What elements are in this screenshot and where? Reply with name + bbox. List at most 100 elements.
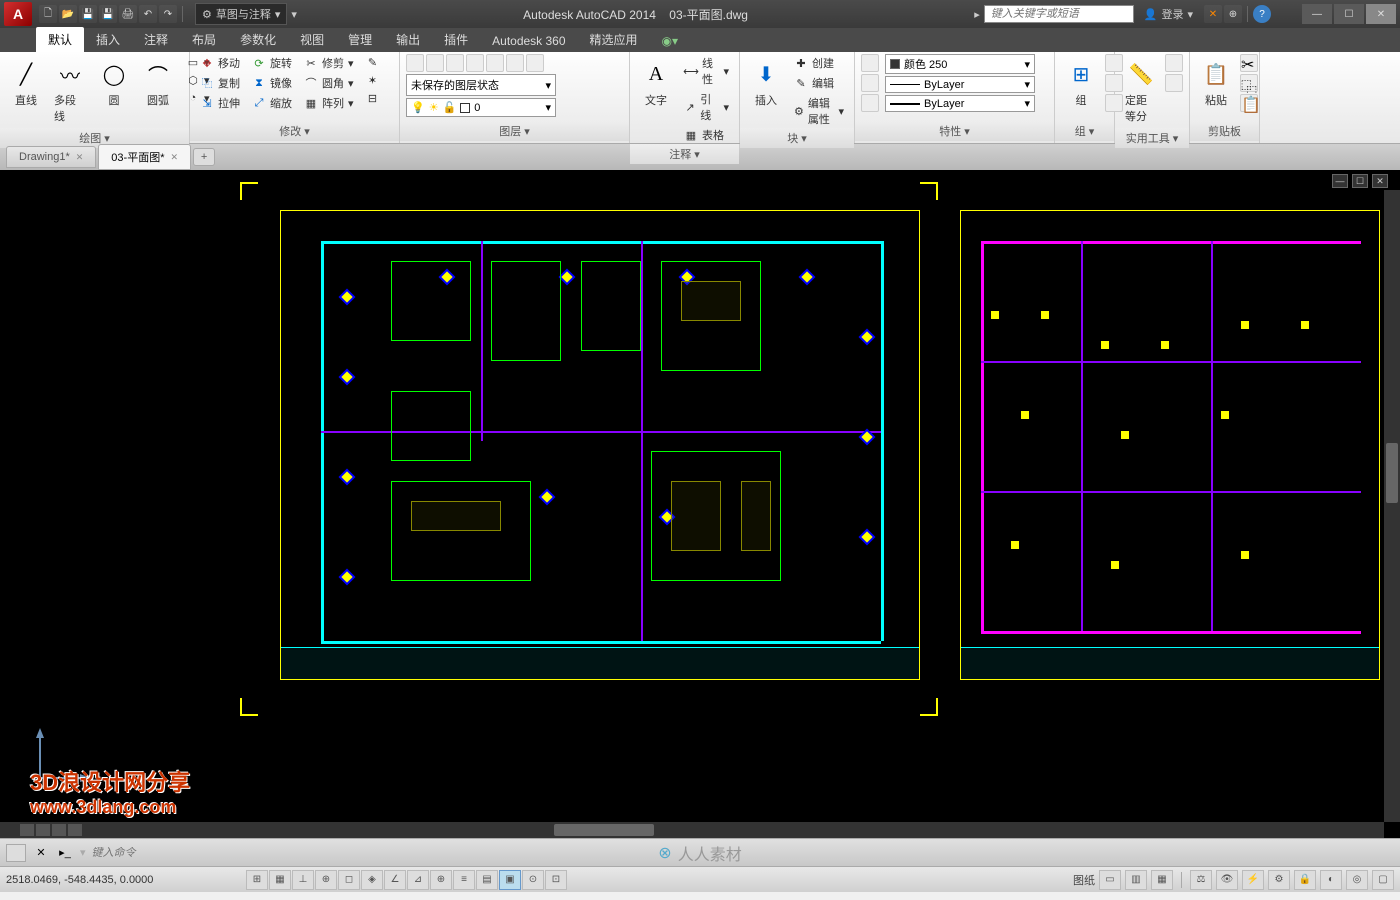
layer-lock-button[interactable] [466, 54, 484, 72]
copy-clip-button[interactable]: ⿻ [1240, 74, 1258, 92]
measure-button[interactable]: 📏定距等分 [1121, 54, 1161, 128]
scale-button[interactable]: ⤢缩放 [248, 94, 296, 112]
layer-state-dropdown[interactable]: 未保存的图层状态▾ [406, 74, 556, 96]
layer-freeze-button[interactable] [446, 54, 464, 72]
transparency-toggle[interactable]: ▤ [476, 870, 498, 890]
layer-props-button[interactable] [406, 54, 424, 72]
layer-isolate-button[interactable] [486, 54, 504, 72]
cut-button[interactable]: ✂ [1240, 54, 1258, 72]
paste-button[interactable]: 📋粘贴 [1196, 54, 1236, 112]
rotate-button[interactable]: ⟳旋转 [248, 54, 296, 72]
match-props-button[interactable] [861, 54, 879, 72]
group-button[interactable]: ⊞组 [1061, 54, 1101, 112]
hardware-accel-button[interactable]: ◐ [1320, 870, 1342, 890]
ortho-toggle[interactable]: ⊥ [292, 870, 314, 890]
fillet-button[interactable]: ⌒圆角▾ [300, 74, 358, 92]
tab-bullet[interactable]: ◉▾ [650, 30, 691, 52]
vp-close-button[interactable]: ✕ [1372, 174, 1388, 188]
dyn-toggle[interactable]: ⊕ [430, 870, 452, 890]
panel-label[interactable]: 块 ▾ [740, 128, 854, 148]
otrack-toggle[interactable]: ∠ [384, 870, 406, 890]
layer-match-button[interactable] [506, 54, 524, 72]
open-icon[interactable]: 📂 [59, 5, 77, 23]
stay-connected-icon[interactable]: ⊕ [1224, 5, 1242, 23]
tab-annotate[interactable]: 注释 [132, 27, 180, 52]
login-area[interactable]: 👤 登录 ▾ [1144, 6, 1193, 22]
layer-current-dropdown[interactable]: 💡 ☀ 🔓 0 ▾ [406, 98, 556, 117]
tab-a360[interactable]: Autodesk 360 [480, 30, 577, 52]
sc-toggle[interactable]: ⊙ [522, 870, 544, 890]
doc-tab[interactable]: 03-平面图*✕ [98, 144, 191, 170]
undo-icon[interactable]: ↶ [139, 5, 157, 23]
panel-label[interactable]: 修改 ▾ [190, 121, 399, 141]
create-block-button[interactable]: ✚创建 [790, 54, 848, 72]
tab-plugins[interactable]: 插件 [432, 27, 480, 52]
vp-maximize-button[interactable]: ☐ [1352, 174, 1368, 188]
vertical-scrollbar[interactable] [1384, 190, 1400, 822]
offset-button[interactable]: ⊟ [362, 90, 384, 106]
snap-toggle[interactable]: ⊞ [246, 870, 268, 890]
app-logo[interactable]: A [4, 2, 32, 26]
panel-label[interactable]: 图层 ▾ [400, 121, 629, 141]
text-button[interactable]: A文字 [636, 54, 676, 112]
layer-prev-button[interactable] [526, 54, 544, 72]
osnap-toggle[interactable]: ◻ [338, 870, 360, 890]
lineweight-dropdown[interactable]: ByLayer▾ [885, 95, 1035, 112]
prop-tool2-button[interactable] [861, 74, 879, 92]
close-button[interactable]: ✕ [1366, 4, 1396, 24]
tab-output[interactable]: 输出 [384, 27, 432, 52]
ducs-toggle[interactable]: ⊿ [407, 870, 429, 890]
saveas-icon[interactable]: 💾 [99, 5, 117, 23]
erase-button[interactable]: ✎ [362, 54, 384, 70]
tab-layout[interactable]: 布局 [180, 27, 228, 52]
tab-parametric[interactable]: 参数化 [228, 27, 288, 52]
minimize-button[interactable]: — [1302, 4, 1332, 24]
edit-block-button[interactable]: ✎编辑 [790, 74, 848, 92]
clean-screen-button[interactable]: ▢ [1372, 870, 1394, 890]
maximize-button[interactable]: ☐ [1334, 4, 1364, 24]
toolbar-lock-button[interactable]: 🔒 [1294, 870, 1316, 890]
workspace-dropdown[interactable]: ⚙ 草图与注释 ▾ [195, 3, 287, 25]
leader-button[interactable]: ↗引线▾ [680, 90, 733, 124]
am-toggle[interactable]: ⊡ [545, 870, 567, 890]
stretch-button[interactable]: ⇲拉伸 [196, 94, 244, 112]
doc-tab[interactable]: Drawing1*✕ [6, 146, 96, 168]
move-button[interactable]: ✥移动 [196, 54, 244, 72]
line-button[interactable]: ╱直线 [6, 54, 46, 112]
tab-featured[interactable]: 精选应用 [578, 27, 650, 52]
panel-label[interactable]: 注释 ▾ [630, 144, 739, 164]
explode-button[interactable]: ✶ [362, 72, 384, 88]
plot-icon[interactable]: 🖨 [119, 5, 137, 23]
horizontal-scrollbar[interactable] [0, 822, 1384, 838]
model-paper-button[interactable]: ▭ [1099, 870, 1121, 890]
qp-toggle[interactable]: ▣ [499, 870, 521, 890]
command-input[interactable] [92, 847, 492, 859]
model-tab-nav[interactable] [68, 824, 82, 836]
new-icon[interactable]: 🗋 [39, 5, 57, 23]
panel-label[interactable]: 组 ▾ [1055, 121, 1114, 141]
lwt-toggle[interactable]: ≡ [453, 870, 475, 890]
redo-icon[interactable]: ↷ [159, 5, 177, 23]
model-tab-nav[interactable] [52, 824, 66, 836]
drawing-canvas[interactable]: — ☐ ✕ [0, 170, 1400, 838]
table-button[interactable]: ▦表格 [680, 126, 733, 144]
grid-toggle[interactable]: ▦ [269, 870, 291, 890]
dim-linear-button[interactable]: ⟷线性▾ [680, 54, 733, 88]
paper-label[interactable]: 图纸 [1073, 872, 1095, 888]
layer-off-button[interactable] [426, 54, 444, 72]
insert-block-button[interactable]: ⬇插入 [746, 54, 786, 112]
vp-minimize-button[interactable]: — [1332, 174, 1348, 188]
linetype-dropdown[interactable]: ByLayer▾ [885, 76, 1035, 93]
exchange-icon[interactable]: ✕ [1204, 5, 1222, 23]
panel-label[interactable]: 剪贴板 [1190, 121, 1259, 141]
coordinates-display[interactable]: 2518.0469, -548.4435, 0.0000 [6, 874, 246, 886]
panel-label[interactable]: 特性 ▾ [855, 121, 1054, 141]
cmdbar-handle[interactable] [6, 844, 26, 862]
workspace-switch-button[interactable]: ⚙ [1268, 870, 1290, 890]
prop-tool3-button[interactable] [861, 94, 879, 112]
arc-button[interactable]: ⌒圆弧 [138, 54, 178, 112]
mirror-button[interactable]: ⧗镜像 [248, 74, 296, 92]
osnap3d-toggle[interactable]: ◈ [361, 870, 383, 890]
tab-insert[interactable]: 插入 [84, 27, 132, 52]
circle-button[interactable]: ◯圆 [94, 54, 134, 112]
